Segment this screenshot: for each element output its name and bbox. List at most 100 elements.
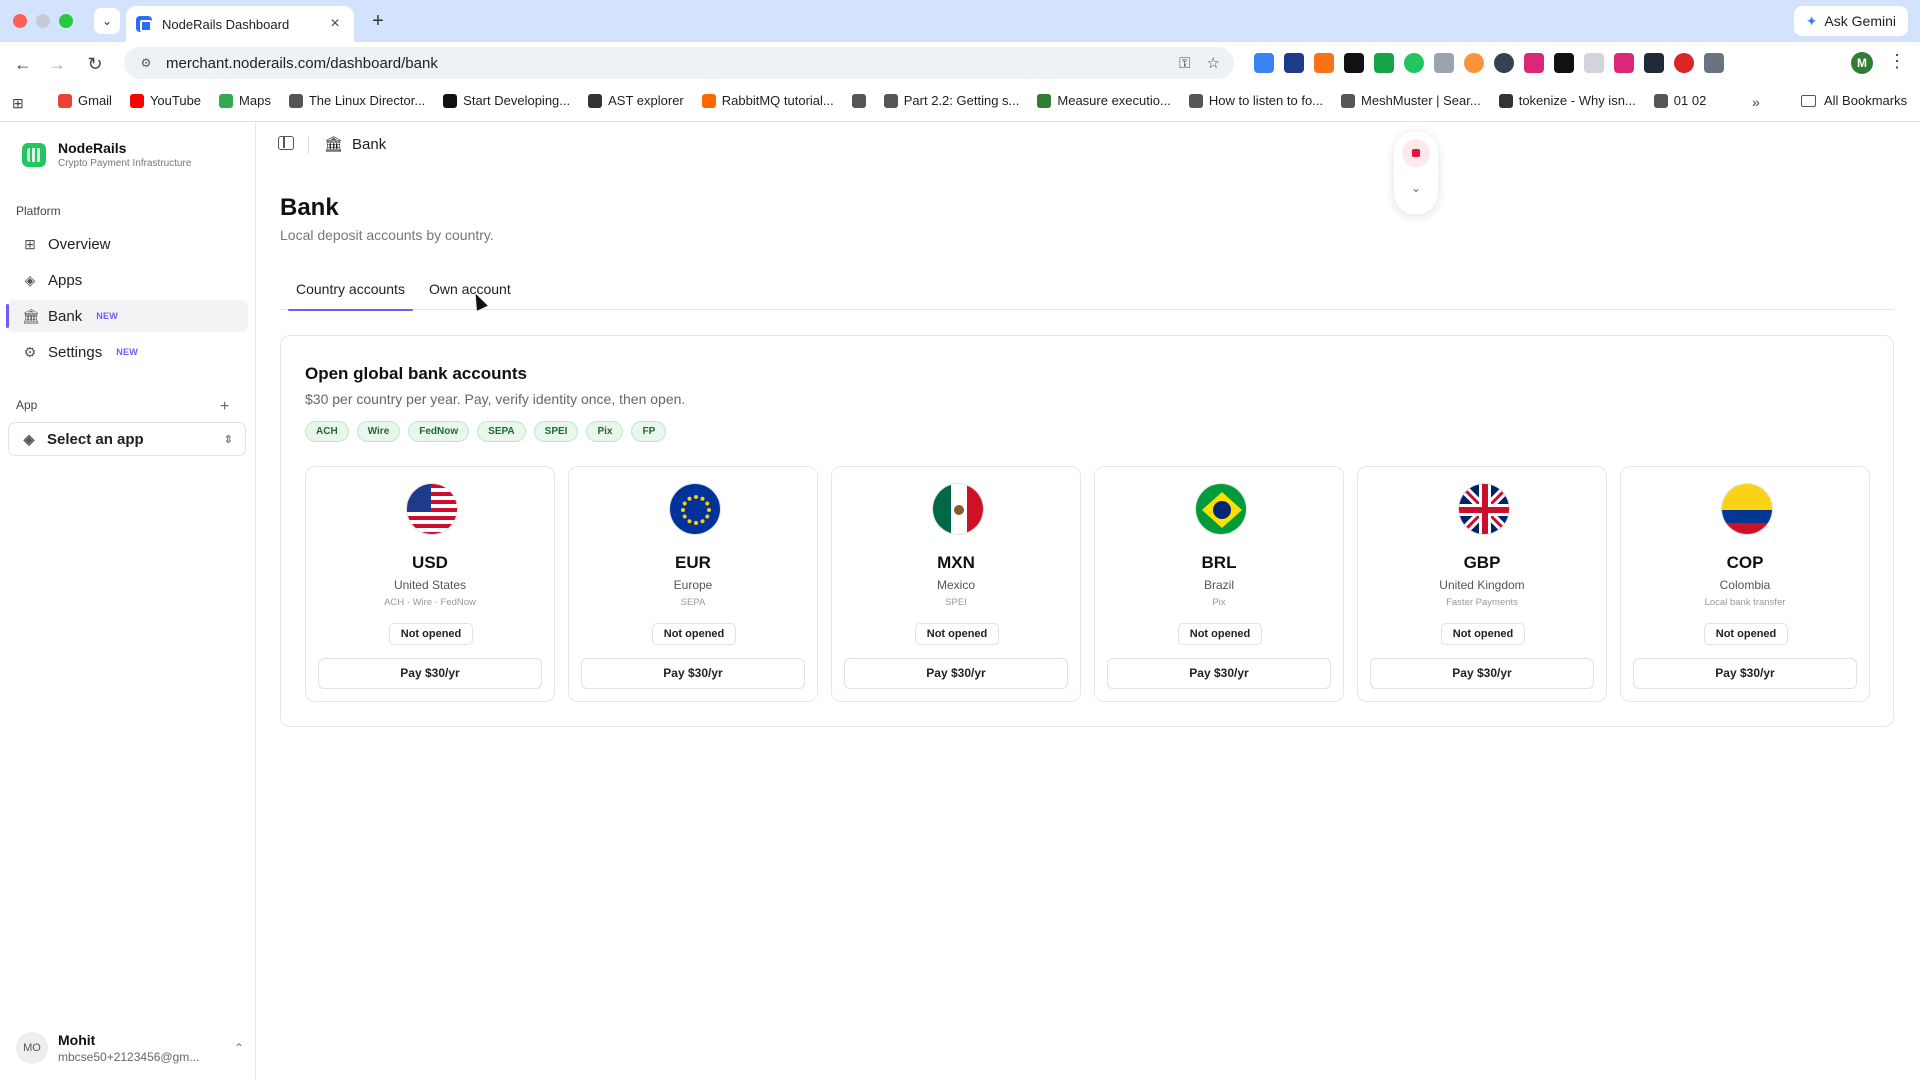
currency-country: Brazil: [1203, 578, 1234, 592]
status-badge: Not opened: [389, 623, 473, 645]
bookmark-item[interactable]: Measure executio...: [1037, 93, 1171, 108]
pay-button[interactable]: Pay $30/yr: [1107, 658, 1331, 689]
user-menu[interactable]: MO Mohit mbcse50+2123456@gm... ⌃: [16, 1032, 244, 1064]
bookmark-item[interactable]: [851, 93, 866, 108]
extension-icon[interactable]: [1554, 53, 1574, 73]
bookmark-item[interactable]: tokenize - Why isn...: [1498, 93, 1636, 108]
app-section-label: App: [16, 398, 38, 412]
pay-button[interactable]: Pay $30/yr: [581, 658, 805, 689]
bookmark-label: 01 02: [1673, 93, 1707, 108]
forward-button[interactable]: →: [44, 51, 70, 77]
bookmark-label: tokenize - Why isn...: [1518, 93, 1636, 108]
sidebar-item-bank[interactable]: 🏛︎ Bank NEW: [6, 300, 248, 332]
brand[interactable]: NodeRails Crypto Payment Infrastructure: [22, 140, 191, 169]
extension-icon[interactable]: [1344, 53, 1364, 73]
bookmark-item[interactable]: 01 02: [1653, 93, 1707, 108]
extension-icon[interactable]: [1644, 53, 1664, 73]
currency-country: United Kingdom: [1439, 578, 1525, 592]
browser-tab[interactable]: NodeRails Dashboard ×: [126, 6, 354, 42]
status-badge: Not opened: [1441, 623, 1525, 645]
currency-rails: Pix: [1212, 597, 1226, 608]
extension-icon[interactable]: [1494, 53, 1514, 73]
bookmark-item[interactable]: Gmail: [58, 93, 112, 108]
pay-button[interactable]: Pay $30/yr: [1370, 658, 1594, 689]
bookmark-item[interactable]: Maps: [219, 93, 271, 108]
extension-icon[interactable]: [1404, 53, 1424, 73]
more-bookmarks-icon[interactable]: »: [1752, 94, 1760, 110]
avatar: MO: [16, 1032, 48, 1064]
bookmark-item[interactable]: AST explorer: [588, 93, 684, 108]
currency-card-usd: USD United States ACH · Wire · FedNow Not o…: [305, 466, 555, 702]
password-key-icon[interactable]: ⚿: [1179, 55, 1190, 72]
new-tab-button[interactable]: +: [366, 10, 390, 34]
extension-icon[interactable]: [1254, 53, 1274, 73]
tab-country-accounts[interactable]: Country accounts: [288, 281, 413, 311]
extensions-puzzle-icon[interactable]: [1704, 53, 1724, 73]
currency-country: Europe: [673, 578, 713, 592]
bookmark-item[interactable]: How to listen to fo...: [1188, 93, 1324, 108]
bookmark-item[interactable]: MeshMuster | Sear...: [1341, 93, 1481, 108]
extension-icon[interactable]: [1614, 53, 1634, 73]
extension-icon[interactable]: [1524, 53, 1544, 73]
bookmark-favicon-icon: [851, 93, 866, 108]
global-accounts-panel: Open global bank accounts $30 per countr…: [280, 335, 1894, 727]
add-app-button[interactable]: +: [220, 398, 229, 416]
all-bookmarks-button[interactable]: All Bookmarks: [1801, 93, 1907, 108]
platform-section-label: Platform: [16, 204, 61, 218]
url-text[interactable]: merchant.noderails.com/dashboard/bank: [166, 55, 1163, 72]
back-button[interactable]: ←: [10, 51, 36, 77]
extension-icon[interactable]: [1374, 53, 1394, 73]
pay-button[interactable]: Pay $30/yr: [844, 658, 1068, 689]
currency-cards: USD United States ACH · Wire · FedNow Not o…: [305, 466, 1870, 702]
sidebar-item-apps[interactable]: ◈ Apps: [8, 264, 248, 296]
recording-widget[interactable]: ⌄: [1394, 131, 1438, 215]
rail-chip: Wire: [356, 421, 401, 442]
flag-icon: [1458, 483, 1510, 535]
bookmark-item[interactable]: The Linux Director...: [288, 93, 425, 108]
flag-icon: [1195, 483, 1247, 535]
ask-gemini-button[interactable]: ✦ Ask Gemini: [1793, 6, 1908, 36]
bookmark-label: How to listen to fo...: [1208, 93, 1324, 108]
stop-recording-button[interactable]: [1402, 139, 1430, 167]
extension-icon[interactable]: [1434, 53, 1454, 73]
pay-button[interactable]: Pay $30/yr: [1633, 658, 1857, 689]
bookmark-item[interactable]: Start Developing...: [443, 93, 570, 108]
close-icon[interactable]: ×: [326, 15, 344, 33]
extension-icon[interactable]: [1674, 53, 1694, 73]
apps-grid-icon[interactable]: ⊞: [12, 95, 28, 111]
bookmark-favicon-icon: [58, 93, 72, 108]
gear-icon: ⚙: [23, 343, 37, 360]
page-title: Bank: [280, 194, 339, 221]
chevron-down-icon[interactable]: ⌄: [1394, 181, 1438, 195]
bookmark-star-icon[interactable]: ☆: [1207, 54, 1220, 72]
extension-icon[interactable]: [1284, 53, 1304, 73]
bookmark-item[interactable]: YouTube: [129, 93, 201, 108]
profile-avatar[interactable]: M: [1851, 52, 1873, 74]
status-badge: Not opened: [1704, 623, 1788, 645]
menu-kebab-icon[interactable]: ⋮: [1888, 51, 1906, 72]
reload-button[interactable]: ↻: [82, 51, 108, 77]
bookmark-item[interactable]: Part 2.2: Getting s...: [883, 93, 1019, 108]
layers-icon: ◈: [24, 271, 36, 288]
sidebar-item-settings[interactable]: ⚙ Settings NEW: [8, 336, 248, 368]
sidebar: NodeRails Crypto Payment Infrastructure …: [0, 122, 256, 1080]
extension-icon[interactable]: [1464, 53, 1484, 73]
address-bar[interactable]: ⚙ merchant.noderails.com/dashboard/bank …: [124, 47, 1234, 79]
extension-icon[interactable]: [1314, 53, 1334, 73]
site-info-icon[interactable]: ⚙: [138, 55, 154, 71]
window-minimize-button[interactable]: [36, 14, 50, 28]
grid-icon: ⊞: [24, 235, 36, 252]
pay-button[interactable]: Pay $30/yr: [318, 658, 542, 689]
status-badge: Not opened: [1178, 623, 1262, 645]
browser-toolbar: ← → ↻ ⚙ merchant.noderails.com/dashboard…: [0, 42, 1920, 84]
extension-icon[interactable]: [1584, 53, 1604, 73]
rail-chip: SPEI: [533, 421, 579, 442]
window-zoom-button[interactable]: [59, 14, 73, 28]
currency-rails: ACH · Wire · FedNow: [384, 597, 476, 608]
tab-search-button[interactable]: ⌄: [94, 8, 120, 34]
app-select-dropdown[interactable]: ◈ Select an app ⇕: [8, 422, 246, 456]
sidebar-item-overview[interactable]: ⊞ Overview: [8, 228, 248, 260]
sidebar-toggle-icon[interactable]: [278, 136, 294, 150]
bookmark-item[interactable]: RabbitMQ tutorial...: [701, 93, 834, 108]
window-close-button[interactable]: [13, 14, 27, 28]
